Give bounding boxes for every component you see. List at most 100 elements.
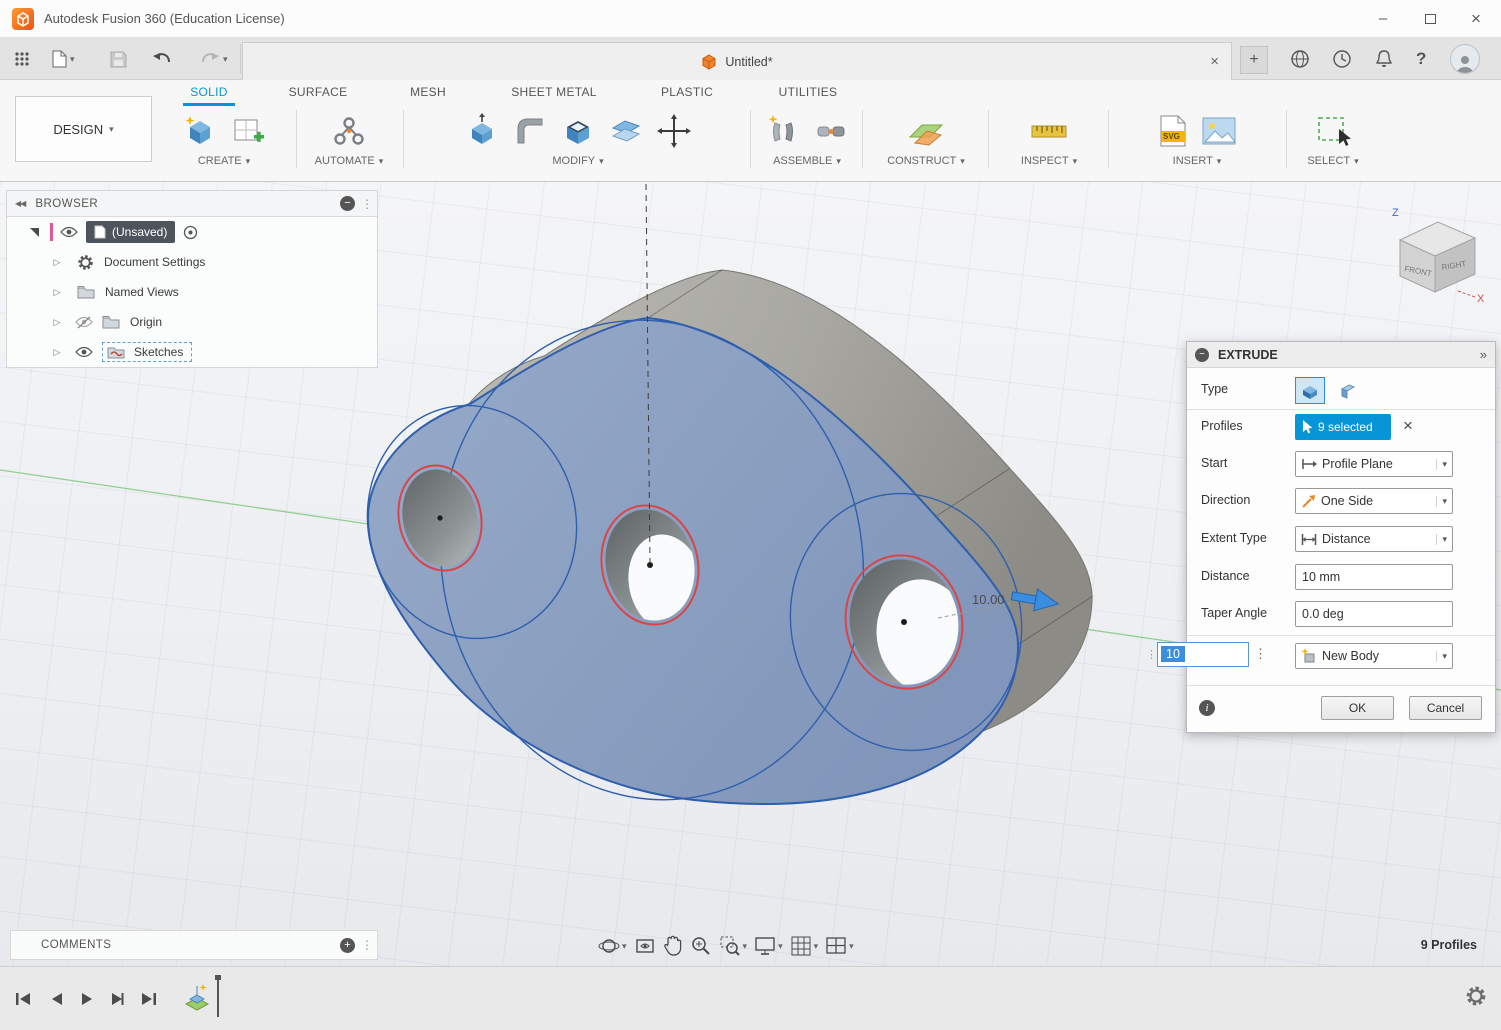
- tab-utilities[interactable]: UTILITIES: [768, 80, 848, 106]
- timeline-settings-gear-icon[interactable]: [1465, 985, 1487, 1007]
- save-button[interactable]: [106, 44, 131, 74]
- dialog-options-icon[interactable]: −: [1195, 348, 1209, 362]
- row-label[interactable]: Origin: [130, 315, 162, 329]
- dimension-value-selected-text[interactable]: 10: [1161, 646, 1185, 662]
- viewports-icon[interactable]: ▾: [825, 936, 854, 956]
- info-icon[interactable]: i: [1199, 700, 1215, 716]
- clock-icon[interactable]: [1328, 44, 1356, 74]
- eye-visible-icon[interactable]: [60, 226, 78, 238]
- new-tab-button[interactable]: +: [1240, 46, 1268, 74]
- timeline-go-to-start-button[interactable]: [12, 989, 34, 1009]
- row-label[interactable]: Sketches: [134, 345, 183, 359]
- display-settings-icon[interactable]: ▾: [754, 936, 783, 956]
- browser-row-origin[interactable]: ▷ Origin: [7, 307, 377, 337]
- dimension-menu-dots-icon[interactable]: ⋮: [1254, 646, 1267, 662]
- select-icon[interactable]: [1315, 113, 1351, 149]
- timeline-marker-handle[interactable]: [215, 975, 221, 980]
- collapse-dialog-icon[interactable]: »: [1480, 347, 1487, 362]
- look-at-icon[interactable]: [634, 935, 656, 957]
- row-label[interactable]: Document Settings: [104, 255, 205, 269]
- operation-dropdown[interactable]: New Body ▾: [1295, 643, 1453, 669]
- tab-surface[interactable]: SURFACE: [278, 80, 358, 106]
- browser-row-sketches[interactable]: ▷ Sketches: [7, 337, 377, 367]
- joint-icon[interactable]: [813, 113, 849, 149]
- help-icon[interactable]: ?: [1412, 44, 1430, 74]
- modify-group-label[interactable]: MODIFY: [552, 155, 595, 167]
- window-maximize-button[interactable]: [1407, 0, 1453, 37]
- timeline-step-forward-button[interactable]: [106, 989, 128, 1009]
- automate-group-label[interactable]: AUTOMATE: [315, 155, 375, 167]
- fillet-icon[interactable]: [512, 113, 548, 149]
- ground-target-icon[interactable]: [183, 225, 198, 240]
- display-settings-filter-icon[interactable]: −: [340, 196, 355, 211]
- press-pull-icon[interactable]: [464, 113, 500, 149]
- clear-selection-icon[interactable]: ×: [1403, 416, 1413, 436]
- app-grid-icon[interactable]: [10, 44, 34, 74]
- view-cube[interactable]: Z FRONT RIGHT X: [1380, 198, 1495, 310]
- tab-plastic[interactable]: PLASTIC: [652, 80, 722, 106]
- insert-group-label[interactable]: INSERT: [1173, 155, 1213, 167]
- design-workspace-button[interactable]: DESIGN ▾: [15, 96, 152, 162]
- construct-group-label[interactable]: CONSTRUCT: [887, 155, 956, 167]
- timeline-go-to-end-button[interactable]: [138, 989, 160, 1009]
- eye-visible-icon[interactable]: [75, 346, 93, 358]
- sketches-selection-box[interactable]: Sketches: [102, 342, 192, 362]
- collapse-browser-icon[interactable]: ◀◀: [15, 199, 25, 208]
- bell-icon[interactable]: [1370, 44, 1398, 74]
- distance-input[interactable]: [1295, 564, 1453, 590]
- hole-left-center-point[interactable]: [437, 515, 442, 520]
- expander-icon[interactable]: ▷: [51, 257, 63, 268]
- timeline-sketch-feature[interactable]: [183, 979, 211, 1017]
- shell-icon[interactable]: [560, 113, 596, 149]
- extrude-type-thin-button[interactable]: [1333, 377, 1363, 404]
- grid-display-icon[interactable]: ▾: [790, 935, 819, 957]
- redo-button[interactable]: ▾: [196, 44, 232, 74]
- drag-grip-icon[interactable]: ⋮: [1146, 648, 1155, 661]
- insert-canvas-icon[interactable]: [1201, 115, 1237, 147]
- window-minimize-button[interactable]: –: [1360, 0, 1406, 37]
- extrude-type-solid-button[interactable]: [1295, 377, 1325, 404]
- file-menu-button[interactable]: ▾: [48, 44, 79, 74]
- extrude-dialog-header[interactable]: − EXTRUDE »: [1187, 342, 1495, 368]
- timeline-position-marker[interactable]: [217, 979, 219, 1017]
- window-close-button[interactable]: ×: [1453, 0, 1499, 37]
- tab-mesh[interactable]: MESH: [402, 80, 454, 106]
- globe-icon[interactable]: [1286, 44, 1314, 74]
- add-comment-icon[interactable]: +: [340, 938, 355, 953]
- assemble-group-label[interactable]: ASSEMBLE: [773, 155, 832, 167]
- comments-bar[interactable]: COMMENTS + ⋮: [10, 930, 378, 960]
- ok-button[interactable]: OK: [1321, 696, 1394, 720]
- taper-angle-input[interactable]: [1295, 601, 1453, 627]
- create-sketch-icon[interactable]: [230, 113, 266, 149]
- automate-icon[interactable]: [331, 113, 367, 149]
- construct-plane-icon[interactable]: [907, 113, 945, 149]
- panel-grip-icon[interactable]: ⋮: [361, 938, 373, 952]
- orbit-icon[interactable]: ▾: [598, 935, 627, 957]
- move-icon[interactable]: [656, 113, 692, 149]
- insert-svg-icon[interactable]: SVG: [1157, 113, 1189, 149]
- tab-solid[interactable]: SOLID: [183, 80, 235, 106]
- create-group-label[interactable]: CREATE: [198, 155, 242, 167]
- user-avatar[interactable]: [1450, 44, 1480, 74]
- panel-grip-icon[interactable]: ⋮: [361, 197, 373, 211]
- cancel-button[interactable]: Cancel: [1409, 696, 1482, 720]
- viewport-3d[interactable]: 10.00 Z FRONT RIGHT X ◀◀ BROWSER − ⋮: [0, 182, 1501, 966]
- document-tab[interactable]: Untitled* ×: [242, 42, 1232, 80]
- extent-type-dropdown[interactable]: Distance ▾: [1295, 526, 1453, 552]
- browser-row-document-settings[interactable]: ▷ Document Settings: [7, 247, 377, 277]
- extrude-distance-dimension[interactable]: 10.00: [972, 592, 1005, 607]
- close-tab-icon[interactable]: ×: [1210, 53, 1219, 70]
- timeline-step-back-button[interactable]: [45, 989, 67, 1009]
- tab-sheet-metal[interactable]: SHEET METAL: [500, 80, 608, 106]
- root-document-chip[interactable]: (Unsaved): [86, 221, 175, 243]
- expander-icon[interactable]: ▷: [51, 287, 63, 298]
- offset-face-icon[interactable]: [608, 113, 644, 149]
- eye-hidden-icon[interactable]: [75, 316, 93, 329]
- timeline-play-button[interactable]: [76, 989, 98, 1009]
- undo-button[interactable]: [148, 44, 176, 74]
- hole-right-center-point[interactable]: [901, 619, 907, 625]
- new-component-icon[interactable]: [765, 113, 801, 149]
- zoom-window-icon[interactable]: ▾: [719, 935, 748, 957]
- floating-dimension-input[interactable]: ⋮ 10 ⋮: [1146, 641, 1267, 667]
- start-dropdown[interactable]: Profile Plane ▾: [1295, 451, 1453, 477]
